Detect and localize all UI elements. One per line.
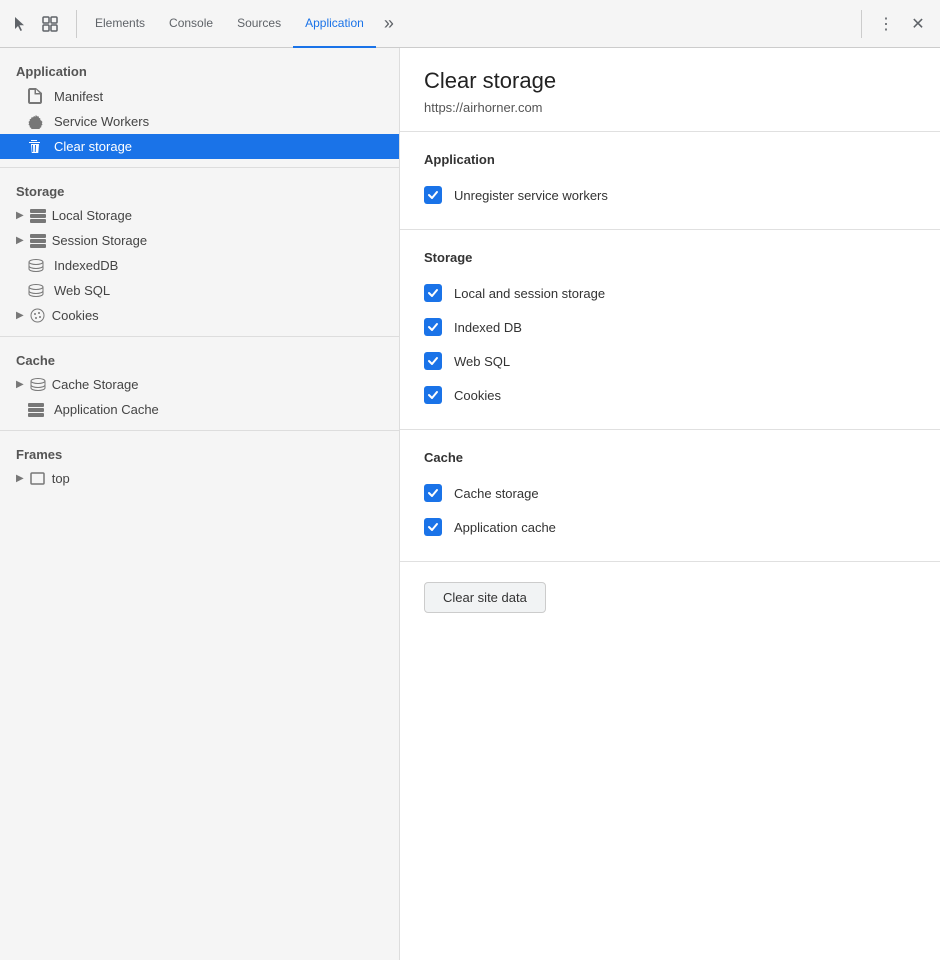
toolbar-divider-2 — [861, 10, 862, 38]
checkbox-websql[interactable] — [424, 352, 442, 370]
checkbox-cache-storage-label: Cache storage — [454, 486, 539, 501]
checkbox-application-cache[interactable]: Application cache — [424, 513, 916, 541]
cache-storage-label: Cache Storage — [52, 377, 139, 392]
checkbox-websql-label: Web SQL — [454, 354, 510, 369]
sidebar-item-web-sql[interactable]: Web SQL — [0, 278, 399, 303]
sidebar-divider-2 — [0, 336, 399, 337]
panel-footer: Clear site data — [400, 562, 940, 633]
websql-icon — [28, 284, 46, 298]
panel-section-cache: Cache Cache storage Application cache — [400, 430, 940, 562]
sidebar-item-cookies[interactable]: ▶ Cookies — [0, 303, 399, 328]
close-devtools-button[interactable]: ✕ — [904, 10, 932, 38]
checkbox-cache-storage[interactable] — [424, 484, 442, 502]
cache-storage-icon — [30, 378, 48, 392]
tab-application[interactable]: Application — [293, 0, 376, 48]
tab-sources[interactable]: Sources — [225, 0, 293, 48]
cookie-icon — [30, 308, 48, 323]
service-workers-label: Service Workers — [54, 114, 149, 129]
sidebar-item-service-workers[interactable]: Service Workers — [0, 109, 399, 134]
tab-elements[interactable]: Elements — [83, 0, 157, 48]
arrow-icon-5: ▶ — [16, 473, 24, 484]
sidebar: Application Manifest Service Workers — [0, 48, 400, 960]
main-panel: Clear storage https://airhorner.com Appl… — [400, 48, 940, 960]
file-icon — [28, 88, 46, 104]
checkbox-unregister-sw-label: Unregister service workers — [454, 188, 608, 203]
sidebar-item-indexeddb[interactable]: IndexedDB — [0, 253, 399, 278]
application-cache-label: Application Cache — [54, 402, 159, 417]
local-storage-label: Local Storage — [52, 208, 132, 223]
checkbox-application-cache-label: Application cache — [454, 520, 556, 535]
checkbox-local-session-label: Local and session storage — [454, 286, 605, 301]
panel-section-application-title: Application — [424, 152, 916, 167]
manifest-label: Manifest — [54, 89, 103, 104]
checkbox-app-cache[interactable] — [424, 518, 442, 536]
gear-icon — [28, 114, 46, 129]
panel-section-cache-title: Cache — [424, 450, 916, 465]
checkbox-cache-storage[interactable]: Cache storage — [424, 479, 916, 507]
sidebar-divider-1 — [0, 167, 399, 168]
arrow-icon-3: ▶ — [16, 310, 24, 321]
checkbox-local-session[interactable] — [424, 284, 442, 302]
frame-icon — [30, 472, 48, 485]
checkbox-indexeddb-label: Indexed DB — [454, 320, 522, 335]
local-storage-icon — [30, 209, 48, 223]
sidebar-item-clear-storage[interactable]: Clear storage — [0, 134, 399, 159]
sidebar-item-cache-storage[interactable]: ▶ Cache Storage — [0, 372, 399, 397]
toolbar-end-actions: ⋮ ✕ — [855, 10, 932, 38]
application-cache-icon — [28, 403, 46, 417]
sidebar-section-application: Application — [0, 56, 399, 83]
trash-icon — [28, 139, 46, 154]
sidebar-divider-3 — [0, 430, 399, 431]
arrow-icon-2: ▶ — [16, 235, 24, 246]
panel-section-storage: Storage Local and session storage Indexe… — [400, 230, 940, 430]
devtools-toolbar: Elements Console Sources Application » ⋮… — [0, 0, 940, 48]
cursor-icon[interactable] — [8, 12, 32, 36]
sidebar-item-application-cache[interactable]: Application Cache — [0, 397, 399, 422]
sidebar-item-top-frame[interactable]: ▶ top — [0, 466, 399, 491]
cookies-label: Cookies — [52, 308, 99, 323]
sidebar-item-manifest[interactable]: Manifest — [0, 83, 399, 109]
panel-header: Clear storage https://airhorner.com — [400, 48, 940, 132]
panel-title: Clear storage — [424, 68, 916, 94]
sidebar-section-storage: Storage — [0, 176, 399, 203]
arrow-icon: ▶ — [16, 210, 24, 221]
checkbox-unregister-service-workers[interactable]: Unregister service workers — [424, 181, 916, 209]
checkbox-indexeddb[interactable] — [424, 318, 442, 336]
more-options-button[interactable]: ⋮ — [872, 10, 900, 38]
checkbox-cookies[interactable] — [424, 386, 442, 404]
panel-section-application: Application Unregister service workers — [400, 132, 940, 230]
sidebar-section-frames: Frames — [0, 439, 399, 466]
panel-url: https://airhorner.com — [424, 100, 916, 115]
arrow-icon-4: ▶ — [16, 379, 24, 390]
checkbox-cookies[interactable]: Cookies — [424, 381, 916, 409]
toolbar-tabs: Elements Console Sources Application » — [83, 0, 855, 48]
clear-site-data-button[interactable]: Clear site data — [424, 582, 546, 613]
panel-section-storage-title: Storage — [424, 250, 916, 265]
session-storage-icon — [30, 234, 48, 248]
toolbar-divider — [76, 10, 77, 38]
session-storage-label: Session Storage — [52, 233, 147, 248]
top-frame-label: top — [52, 471, 70, 486]
checkbox-web-sql[interactable]: Web SQL — [424, 347, 916, 375]
clear-storage-label: Clear storage — [54, 139, 132, 154]
checkbox-indexed-db[interactable]: Indexed DB — [424, 313, 916, 341]
toolbar-left-icons — [8, 12, 62, 36]
indexeddb-label: IndexedDB — [54, 258, 118, 273]
tab-console[interactable]: Console — [157, 0, 225, 48]
sidebar-item-local-storage[interactable]: ▶ Local Storage — [0, 203, 399, 228]
main-area: Application Manifest Service Workers — [0, 48, 940, 960]
checkbox-unregister-sw[interactable] — [424, 186, 442, 204]
checkbox-local-session-storage[interactable]: Local and session storage — [424, 279, 916, 307]
websql-label: Web SQL — [54, 283, 110, 298]
inspect-icon[interactable] — [38, 12, 62, 36]
sidebar-item-session-storage[interactable]: ▶ Session Storage — [0, 228, 399, 253]
checkbox-cookies-label: Cookies — [454, 388, 501, 403]
sidebar-section-cache: Cache — [0, 345, 399, 372]
indexeddb-icon — [28, 259, 46, 273]
more-tabs-button[interactable]: » — [376, 13, 402, 34]
